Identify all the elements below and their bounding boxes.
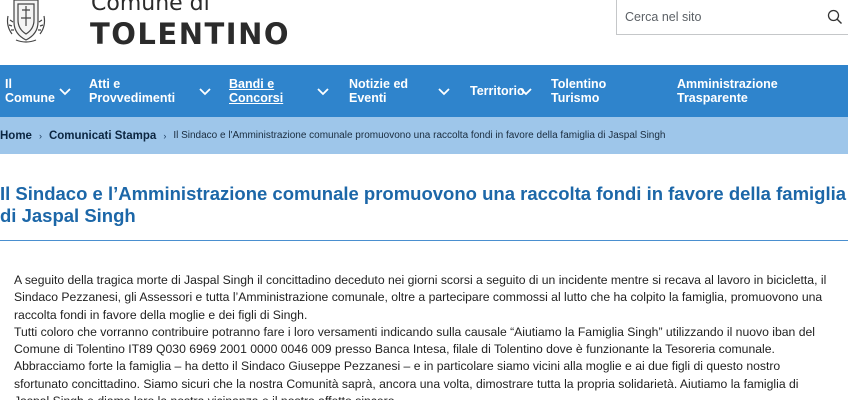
brand-subtitle[interactable]: Comune di — [91, 0, 210, 16]
breadcrumb-separator: › — [38, 130, 42, 141]
article-paragraph: Abbracciamo forte la famiglia – ha detto… — [14, 359, 799, 400]
nav-item-amministrazione-trasparente[interactable]: Amministrazione Trasparente — [677, 65, 778, 117]
search-box — [616, 0, 848, 35]
nav-item-label: Atti e Provvedimenti — [89, 77, 176, 105]
nav-item-atti-provvedimenti[interactable]: Atti e Provvedimenti — [89, 65, 175, 117]
nav-item-bandi-concorsi[interactable]: Bandi e Concorsi — [229, 65, 283, 117]
town-crest-logo[interactable] — [4, 0, 48, 44]
search-input[interactable] — [625, 6, 815, 28]
breadcrumb: Home › Comunicati Stampa › Il Sindaco e … — [0, 117, 848, 154]
article-body: A seguito della tragica morte di Jaspal … — [14, 272, 834, 400]
title-divider — [0, 240, 848, 241]
chevron-down-icon[interactable] — [199, 88, 211, 96]
chevron-down-icon[interactable] — [520, 88, 532, 96]
nav-item-label: Notizie ed Eventi — [349, 77, 409, 105]
chevron-down-icon[interactable] — [438, 88, 450, 96]
breadcrumb-section-link[interactable]: Comunicati Stampa — [49, 130, 156, 142]
nav-item-notizie-eventi[interactable]: Notizie ed Eventi — [349, 65, 408, 117]
main-nav: Il Comune Atti e Provvedimenti Bandi e C… — [0, 65, 848, 117]
article-paragraph: Tutti coloro che vorranno contribuire po… — [14, 324, 815, 357]
search-icon[interactable] — [827, 9, 843, 25]
nav-item-label: Bandi e Concorsi — [229, 77, 284, 105]
breadcrumb-current: Il Sindaco e l'Amministrazione comunale … — [173, 130, 666, 141]
breadcrumb-separator: › — [163, 130, 167, 141]
site-header: Comune di TOLENTINO — [0, 0, 848, 65]
nav-item-il-comune[interactable]: Il Comune — [5, 65, 55, 117]
breadcrumb-home-link[interactable]: Home — [0, 130, 32, 142]
nav-item-territorio[interactable]: Territorio — [470, 65, 525, 117]
nav-item-tolentino-turismo[interactable]: Tolentino Turismo — [551, 65, 606, 117]
page-title: Il Sindaco e l’Amministrazione comunale … — [0, 183, 847, 226]
nav-item-label: Territorio — [470, 84, 525, 98]
brand-title[interactable]: TOLENTINO — [90, 17, 290, 51]
chevron-down-icon[interactable] — [59, 88, 71, 96]
nav-item-label: Amministrazione Trasparente — [677, 77, 778, 105]
nav-item-label: Il Comune — [5, 77, 55, 105]
article-paragraph: A seguito della tragica morte di Jaspal … — [14, 273, 827, 322]
nav-item-label: Tolentino Turismo — [551, 77, 607, 105]
chevron-down-icon[interactable] — [317, 88, 329, 96]
